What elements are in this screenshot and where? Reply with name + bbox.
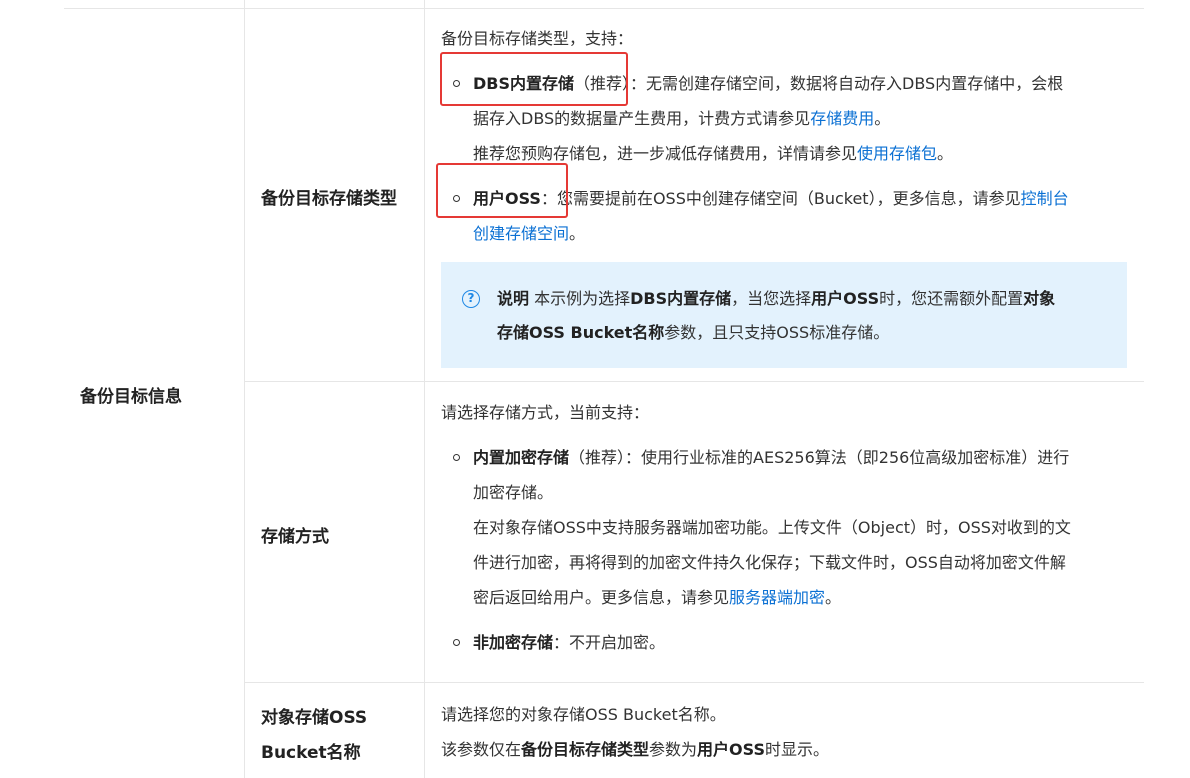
row2-item1-line2: 加密存储。 xyxy=(473,483,554,502)
storage-package-link[interactable]: 使用存储包 xyxy=(857,144,937,163)
row-label-oss-bucket-line1: 对象存储OSS xyxy=(261,708,368,728)
row2-item1-line4: 件进行加密，再将得到的加密文件持久化保存；下载文件时，OSS自动将加密文件解 xyxy=(473,553,1066,572)
row2-item1-line1: 内置加密存储（推荐）：使用行业标准的AES256算法（即256位高级加密标准）进… xyxy=(473,440,1069,475)
bullet-icon xyxy=(453,639,460,646)
row2-intro: 请选择存储方式，当前支持： xyxy=(441,403,650,422)
note-line2: 存储OSS Bucket名称参数，且只支持OSS标准存储。 xyxy=(497,315,889,350)
note-bold: DBS内置存储 xyxy=(630,289,732,308)
row1-item2-desc: ：您需要提前在OSS中创建存储空间（Bucket），更多信息，请参见 xyxy=(540,189,1021,208)
highlight-box-oss xyxy=(436,163,568,218)
row1-item1-line3-text: 推荐您预购存储包，进一步减低存储费用，详情请参见 xyxy=(473,144,858,163)
row1-item1-line2-text: 据存入DBS的数据量产生费用，计费方式请参见 xyxy=(473,109,811,128)
help-circle-icon: ? xyxy=(462,290,480,308)
non-encrypted-storage-term: 非加密存储 xyxy=(473,633,554,652)
bullet-icon xyxy=(453,454,460,461)
note-text: 参数，且只支持OSS标准存储。 xyxy=(664,323,890,342)
row3-line1: 请选择您的对象存储OSS Bucket名称。 xyxy=(441,705,726,724)
note-line1: 说明 本示例为选择DBS内置存储，当您选择用户OSS时，您还需额外配置对象 xyxy=(497,281,1055,316)
row1-item1-line2: 据存入DBS的数据量产生费用，计费方式请参见存储费用。 xyxy=(473,101,890,136)
encrypted-storage-term: 内置加密存储 xyxy=(473,448,570,467)
row3-text: 时显示。 xyxy=(764,740,829,759)
row-divider-1 xyxy=(244,381,1144,382)
row2-item2-line1: 非加密存储：不开启加密。 xyxy=(473,625,665,660)
row2-item1-line3: 在对象存储OSS中支持服务器端加密功能。上传文件（Object）时，OSS对收到… xyxy=(473,518,1071,537)
server-side-encryption-link[interactable]: 服务器端加密 xyxy=(729,588,825,607)
row3-text: 该参数仅在 xyxy=(441,740,522,759)
group-label: 备份目标信息 xyxy=(80,387,182,407)
row-label-storage-method: 存储方式 xyxy=(261,527,329,547)
row2-item1-line5-text: 密后返回给用户。更多信息，请参见 xyxy=(473,588,730,607)
punct: 。 xyxy=(569,224,586,243)
highlight-box-dbs xyxy=(440,52,628,106)
row3-line2: 该参数仅在备份目标存储类型参数为用户OSS时显示。 xyxy=(441,732,829,767)
note-title: 说明 xyxy=(497,289,530,308)
row1-item1-desc: （推荐）：无需创建存储空间，数据将自动存入DBS内置存储中，会根 xyxy=(574,74,1064,93)
row2-item1-desc: （推荐）：使用行业标准的AES256算法（即256位高级加密标准）进行 xyxy=(569,448,1070,467)
punct: 。 xyxy=(825,588,842,607)
table-top-border xyxy=(64,8,1144,9)
column-divider-2 xyxy=(424,0,425,778)
row2-item1-line5: 密后返回给用户。更多信息，请参见服务器端加密。 xyxy=(473,580,841,615)
row1-intro: 备份目标存储类型，支持： xyxy=(441,29,634,48)
row1-item2-line2: 创建存储空间。 xyxy=(473,216,585,251)
row-divider-2 xyxy=(244,682,1144,683)
punct: 。 xyxy=(874,109,891,128)
note-bold: 存储OSS Bucket名称 xyxy=(497,323,665,342)
note-text: 本示例为选择 xyxy=(534,289,631,308)
note-bold: 对象 xyxy=(1023,289,1056,308)
create-bucket-link[interactable]: 创建存储空间 xyxy=(473,224,569,243)
note-bold: 用户OSS xyxy=(811,289,880,308)
punct: 。 xyxy=(937,144,954,163)
row3-text: 参数为 xyxy=(649,740,698,759)
row-label-storage-type: 备份目标存储类型 xyxy=(261,189,397,209)
note-text: ，当您选择 xyxy=(731,289,812,308)
storage-fee-link[interactable]: 存储费用 xyxy=(810,109,874,128)
note-text: 时，您还需额外配置 xyxy=(879,289,1024,308)
row2-item2-desc: ：不开启加密。 xyxy=(553,633,666,652)
console-link[interactable]: 控制台 xyxy=(1021,189,1069,208)
row-label-oss-bucket-line2: Bucket名称 xyxy=(261,743,361,763)
row3-bold: 备份目标存储类型 xyxy=(521,740,650,759)
column-divider-1 xyxy=(244,0,245,778)
row3-bold: 用户OSS xyxy=(697,740,765,759)
